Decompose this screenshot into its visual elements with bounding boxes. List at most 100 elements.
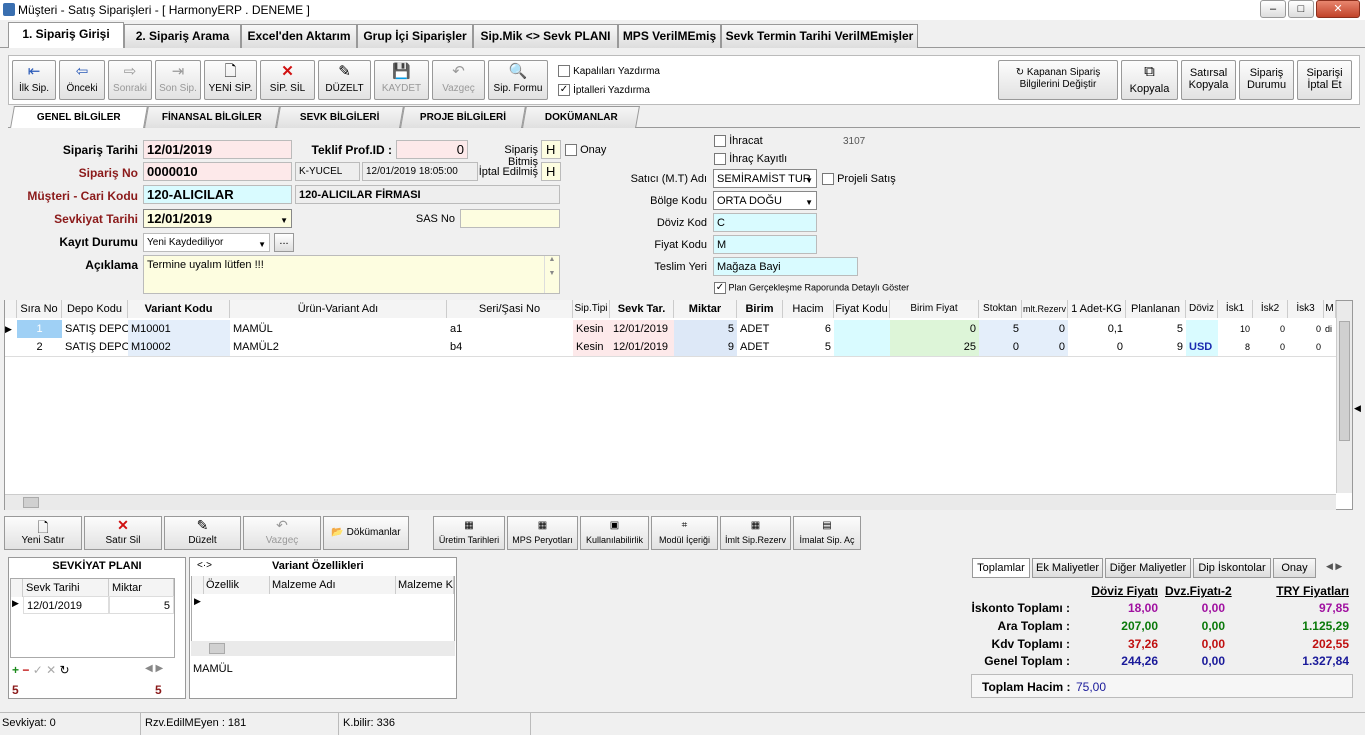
approve-checkbox[interactable] xyxy=(565,144,577,157)
grid-cell[interactable] xyxy=(834,338,890,356)
grid-cell[interactable]: 9 xyxy=(1126,338,1186,356)
print-cancelled-checkbox[interactable]: ✓ xyxy=(558,84,570,97)
grid-header[interactable]: Sıra No xyxy=(17,300,62,318)
grid-cell[interactable]: di xyxy=(1324,320,1336,338)
new-row-button[interactable]: 🗋 Yeni Satır xyxy=(4,516,82,550)
scroll-thumb[interactable] xyxy=(209,643,225,654)
finished-field[interactable]: H xyxy=(541,140,561,159)
change-closed-button[interactable]: ↻ Kapanan Sipariş Bilgilerini Değiştir xyxy=(998,60,1118,100)
grid-header[interactable]: Miktar xyxy=(674,300,737,318)
grid-header[interactable]: Variant Kodu xyxy=(128,300,230,318)
order-status-button[interactable]: Sipariş Durumu xyxy=(1239,60,1294,100)
grid-cell[interactable]: 5 xyxy=(979,320,1022,338)
edit-row-button[interactable]: ✎ Düzelt xyxy=(164,516,241,550)
grid-cell[interactable]: b4 xyxy=(447,338,573,356)
record-status-select[interactable]: Yeni Kaydediliyor ▼ xyxy=(143,233,270,252)
grid-cell[interactable]: ADET xyxy=(737,338,783,356)
tab-project-info[interactable]: PROJE BİLGİLERİ xyxy=(400,106,526,128)
variant-nav[interactable]: <·> xyxy=(197,560,212,571)
ship-date-field[interactable]: 12/01/2019 ▼ xyxy=(143,209,292,228)
ship-plan-date-header[interactable]: Sevk Tarihi xyxy=(23,579,109,597)
grid-cell[interactable]: M10002 xyxy=(128,338,230,356)
ship-plan-qty-cell[interactable]: 5 xyxy=(109,596,174,614)
save-order-button[interactable]: 💾 KAYDET xyxy=(374,60,429,100)
cancelled-field[interactable]: H xyxy=(541,162,561,181)
grid-cell[interactable]: 0 xyxy=(1253,320,1288,338)
offer-id-field[interactable]: 0 xyxy=(396,140,468,159)
tab-mps[interactable]: MPS VerilMEmiş xyxy=(618,24,721,48)
grid-header[interactable]: Fiyat Kodu xyxy=(834,300,890,318)
grid-header[interactable]: Birim xyxy=(737,300,783,318)
note-field[interactable]: Termine uyalım lütfen !!! xyxy=(143,255,560,294)
open-mfg-order-button[interactable]: ▤ İmalat Sip. Aç xyxy=(793,516,861,550)
copy-button[interactable]: ⧉ Kopyala xyxy=(1121,60,1178,100)
grid-header[interactable]: Depo Kodu xyxy=(62,300,128,318)
record-status-browse-button[interactable]: ... xyxy=(274,233,294,252)
refresh-icon[interactable]: ↻ xyxy=(60,663,70,677)
grid-cell[interactable]: MAMÜL xyxy=(230,320,447,338)
grid-header[interactable]: Planlanan xyxy=(1126,300,1186,318)
delivery-field[interactable]: Mağaza Bayi xyxy=(713,257,858,276)
last-order-button[interactable]: ⇥ Son Sip. xyxy=(155,60,201,100)
cancel-order-button[interactable]: Siparişi İptal Et xyxy=(1297,60,1352,100)
grid-header[interactable]: Seri/Şasi No xyxy=(447,300,573,318)
sas-field[interactable] xyxy=(460,209,560,228)
tab-totals[interactable]: Toplamlar xyxy=(972,558,1030,578)
grid-cell[interactable] xyxy=(1186,320,1218,338)
note-scrollbar[interactable]: ▲ ▼ xyxy=(544,256,559,293)
export-option[interactable]: İhracat xyxy=(714,135,763,148)
cancel-row-button[interactable]: ↶ Vazgeç xyxy=(243,516,321,550)
tab-order-search[interactable]: 2. Sipariş Arama xyxy=(124,24,241,48)
grid-header[interactable]: İsk2 xyxy=(1253,300,1288,318)
first-order-button[interactable]: ⇤ İlk Sip. xyxy=(12,60,56,100)
close-button[interactable]: ✕ xyxy=(1316,0,1360,18)
delete-order-button[interactable]: ✕ SİP. SİL xyxy=(260,60,315,100)
grid-cell[interactable] xyxy=(834,320,890,338)
grid-cell[interactable]: 5 xyxy=(674,320,737,338)
variant-header[interactable]: Malzeme Adı xyxy=(270,576,396,594)
variant-h-scrollbar[interactable] xyxy=(191,641,455,656)
grid-cell[interactable]: 0 xyxy=(1068,338,1126,356)
grid-cell[interactable]: 2 xyxy=(17,338,62,356)
grid-cell[interactable]: 1 xyxy=(17,320,62,338)
add-icon[interactable]: + xyxy=(12,663,19,677)
check-icon[interactable]: ✓ xyxy=(33,663,43,677)
grid-cell[interactable]: MAMÜL2 xyxy=(230,338,447,356)
approve-option[interactable]: Onay xyxy=(565,144,606,157)
grid-cell[interactable]: 0 xyxy=(1022,320,1068,338)
tab-excel-import[interactable]: Excel'den Aktarım xyxy=(241,24,357,48)
cancel-edit-button[interactable]: ↶ Vazgeç xyxy=(432,60,485,100)
grid-cell[interactable]: 0 xyxy=(979,338,1022,356)
project-sale-checkbox[interactable] xyxy=(822,173,834,186)
new-order-button[interactable]: 🗋 YENİ SİP. xyxy=(204,60,257,100)
row-copy-button[interactable]: Satırsal Kopyala xyxy=(1181,60,1236,100)
grid-cell[interactable]: SATIŞ DEPO xyxy=(62,320,128,338)
documents-button[interactable]: 📂 Dökümanlar xyxy=(323,516,409,550)
grid-cell[interactable]: 12/01/2019 xyxy=(610,338,674,356)
grid-cell[interactable]: 8 xyxy=(1218,338,1253,356)
cancel-icon[interactable]: ✕ xyxy=(46,663,56,677)
tab-ship-term[interactable]: Sevk Termin Tarihi VerilMEmişler xyxy=(721,24,918,48)
customer-code-field[interactable]: 120-ALICILAR xyxy=(143,185,292,204)
remove-icon[interactable]: − xyxy=(22,663,29,677)
grid-cell[interactable]: 25 xyxy=(890,338,979,356)
export-registered-checkbox[interactable] xyxy=(714,153,726,166)
print-closed-option[interactable]: Kapalıları Yazdırma xyxy=(558,65,660,78)
grid-cell[interactable]: a1 xyxy=(447,320,573,338)
grid-cell[interactable]: 5 xyxy=(783,338,834,356)
grid-cell[interactable]: 0 xyxy=(1253,338,1288,356)
grid-cell[interactable]: 0 xyxy=(1288,320,1324,338)
tab-general-info[interactable]: GENEL BİLGİLER xyxy=(10,106,148,128)
tab-ship-plan[interactable]: Sip.Mik <> Sevk PLANI xyxy=(473,24,618,48)
grid-header[interactable]: Ürün-Variant Adı xyxy=(230,300,447,318)
region-select[interactable]: ORTA DOĞU ▼ xyxy=(713,191,817,210)
delete-row-button[interactable]: ✕ Satır Sil xyxy=(84,516,162,550)
plan-detail-option[interactable]: ✓ Plan Gerçekleşme Raporunda Detaylı Gös… xyxy=(714,282,909,294)
order-form-button[interactable]: 🔍 Sip. Formu xyxy=(488,60,548,100)
grid-header[interactable]: M xyxy=(1324,300,1336,318)
tab-group-orders[interactable]: Grup İçi Siparişler xyxy=(357,24,473,48)
grid-horizontal-scrollbar[interactable] xyxy=(5,494,1336,510)
prev-order-button[interactable]: ⇦ Önceki xyxy=(59,60,105,100)
mps-periods-button[interactable]: ▦ MPS Peryotları xyxy=(507,516,578,550)
grid-cell[interactable]: 0 xyxy=(1288,338,1324,356)
